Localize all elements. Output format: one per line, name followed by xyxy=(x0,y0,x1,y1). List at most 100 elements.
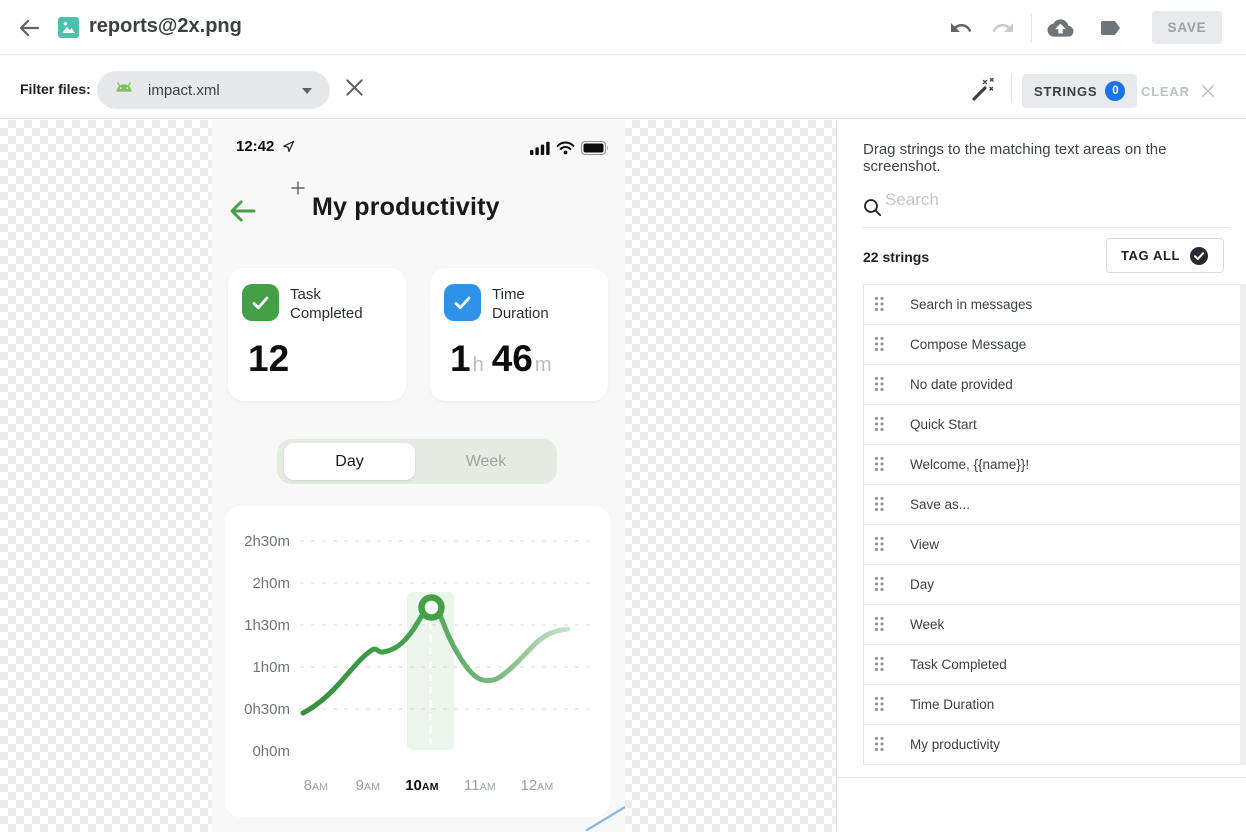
toggle-day: Day xyxy=(284,443,415,480)
filter-bar: Filter files: impact.xml STRINGS 0 xyxy=(0,56,1246,119)
filter-files-label: Filter files: xyxy=(20,81,91,97)
y-tick: 1h0m xyxy=(235,659,290,676)
productivity-chart-card: 2h30m 2h0m 1h30m 1h0m 0h30m 0h0m 8AM 9AM… xyxy=(225,506,610,817)
file-filter-chip[interactable]: impact.xml xyxy=(97,71,330,109)
x-tick: 12AM xyxy=(520,777,553,794)
strings-label: STRINGS xyxy=(1034,84,1097,99)
back-arrow-icon xyxy=(17,16,41,40)
auto-tag-button[interactable] xyxy=(969,76,997,104)
strings-list: Search in messages Compose Message No da… xyxy=(863,284,1241,765)
x-tick: 9AM xyxy=(356,777,381,794)
string-row[interactable]: My productivity xyxy=(864,725,1240,765)
strings-panel: Drag strings to the matching text areas … xyxy=(836,120,1246,832)
day-week-toggle: Day Week xyxy=(277,439,557,484)
drag-handle-icon[interactable] xyxy=(875,537,884,552)
drag-handle-icon[interactable] xyxy=(875,657,884,672)
y-tick: 2h0m xyxy=(235,575,290,592)
chevron-down-icon xyxy=(302,88,312,94)
cellular-signal-icon xyxy=(530,141,551,160)
card-label: Task Completed xyxy=(290,285,363,323)
undo-button[interactable] xyxy=(948,16,974,40)
string-row[interactable]: Save as... xyxy=(864,485,1240,525)
drag-handle-icon[interactable] xyxy=(875,497,884,512)
check-icon xyxy=(242,284,279,321)
status-time: 12:42 xyxy=(236,138,274,155)
card-value: 1h 46m xyxy=(450,338,554,380)
drag-handle-icon[interactable] xyxy=(875,297,884,312)
cloud-upload-icon xyxy=(1047,15,1074,41)
drag-handle-icon[interactable] xyxy=(875,617,884,632)
magic-wand-icon xyxy=(969,76,997,103)
clear-filter-button[interactable] xyxy=(344,78,364,98)
search-underline xyxy=(862,227,1230,228)
toolbar-divider xyxy=(1031,13,1032,43)
string-row[interactable]: Day xyxy=(864,565,1240,605)
tag-all-button[interactable]: TAG ALL xyxy=(1106,238,1224,273)
back-button[interactable] xyxy=(17,16,41,40)
tag-button[interactable] xyxy=(1097,16,1123,40)
location-arrow-icon xyxy=(282,140,295,158)
drag-handle-icon[interactable] xyxy=(875,457,884,472)
close-icon xyxy=(345,78,364,97)
string-row[interactable]: Task Completed xyxy=(864,645,1240,685)
card-label: Time Duration xyxy=(492,285,549,323)
redo-button[interactable] xyxy=(990,16,1016,40)
y-tick: 0h30m xyxy=(235,701,290,718)
android-icon xyxy=(114,81,134,101)
drag-handle-icon[interactable] xyxy=(875,697,884,712)
string-row[interactable]: Welcome, {{name}}! xyxy=(864,445,1240,485)
image-file-icon xyxy=(58,17,79,43)
x-tick: 11AM xyxy=(464,777,496,794)
drag-handle-icon[interactable] xyxy=(875,377,884,392)
string-row[interactable]: Search in messages xyxy=(864,285,1240,325)
strings-toggle-button[interactable]: STRINGS 0 xyxy=(1022,74,1137,108)
page-title: reports@2x.png xyxy=(89,15,242,38)
wifi-icon xyxy=(556,141,575,160)
search-icon xyxy=(863,198,882,222)
redo-icon xyxy=(991,16,1015,40)
chart-marker xyxy=(422,598,442,618)
time-duration-card: Time Duration 1h 46m xyxy=(430,268,608,401)
screenshot-preview[interactable]: 12:42 M xyxy=(212,120,625,832)
phone-back-arrow-icon xyxy=(227,197,257,230)
tag-marker-plus-icon xyxy=(290,180,306,201)
y-tick: 1h30m xyxy=(235,617,290,634)
save-button[interactable]: SAVE xyxy=(1152,11,1222,44)
check-icon xyxy=(444,284,481,321)
string-row[interactable]: View xyxy=(864,525,1240,565)
filterbar-divider xyxy=(1011,74,1012,102)
panel-divider xyxy=(837,777,1246,778)
drag-handle-icon[interactable] xyxy=(875,577,884,592)
panel-instruction: Drag strings to the matching text areas … xyxy=(863,141,1233,175)
phone-screen-title: My productivity xyxy=(312,193,500,222)
y-tick: 2h30m xyxy=(235,533,290,550)
drag-handle-icon[interactable] xyxy=(875,417,884,432)
search-input[interactable] xyxy=(885,190,1205,210)
check-circle-icon xyxy=(1189,246,1209,266)
string-row[interactable]: No date provided xyxy=(864,365,1240,405)
title-bar: reports@2x.png SAVE xyxy=(0,0,1246,55)
string-row[interactable]: Compose Message xyxy=(864,325,1240,365)
undo-icon xyxy=(949,16,973,40)
decorative-blue-line xyxy=(577,802,625,832)
upload-button[interactable] xyxy=(1046,15,1074,41)
string-row[interactable]: Quick Start xyxy=(864,405,1240,445)
drag-handle-icon[interactable] xyxy=(875,337,884,352)
x-tick: 8AM xyxy=(304,777,329,794)
strings-count-badge: 0 xyxy=(1105,81,1125,101)
scrollbar-track[interactable] xyxy=(1240,284,1246,765)
toggle-week: Week xyxy=(415,439,557,484)
x-tick-active: 10AM xyxy=(405,777,439,794)
drag-handle-icon[interactable] xyxy=(875,737,884,752)
strings-count-label: 22 strings xyxy=(863,249,929,265)
file-filter-value: impact.xml xyxy=(148,82,220,99)
clear-label: CLEAR xyxy=(1141,84,1190,99)
card-value: 12 xyxy=(248,338,289,380)
clear-tags-button[interactable]: CLEAR xyxy=(1141,74,1215,108)
string-row[interactable]: Week xyxy=(864,605,1240,645)
string-row[interactable]: Time Duration xyxy=(864,685,1240,725)
close-icon xyxy=(1201,84,1215,98)
tag-icon xyxy=(1098,16,1122,40)
task-completed-card: Task Completed 12 xyxy=(228,268,406,401)
y-tick: 0h0m xyxy=(235,743,290,760)
